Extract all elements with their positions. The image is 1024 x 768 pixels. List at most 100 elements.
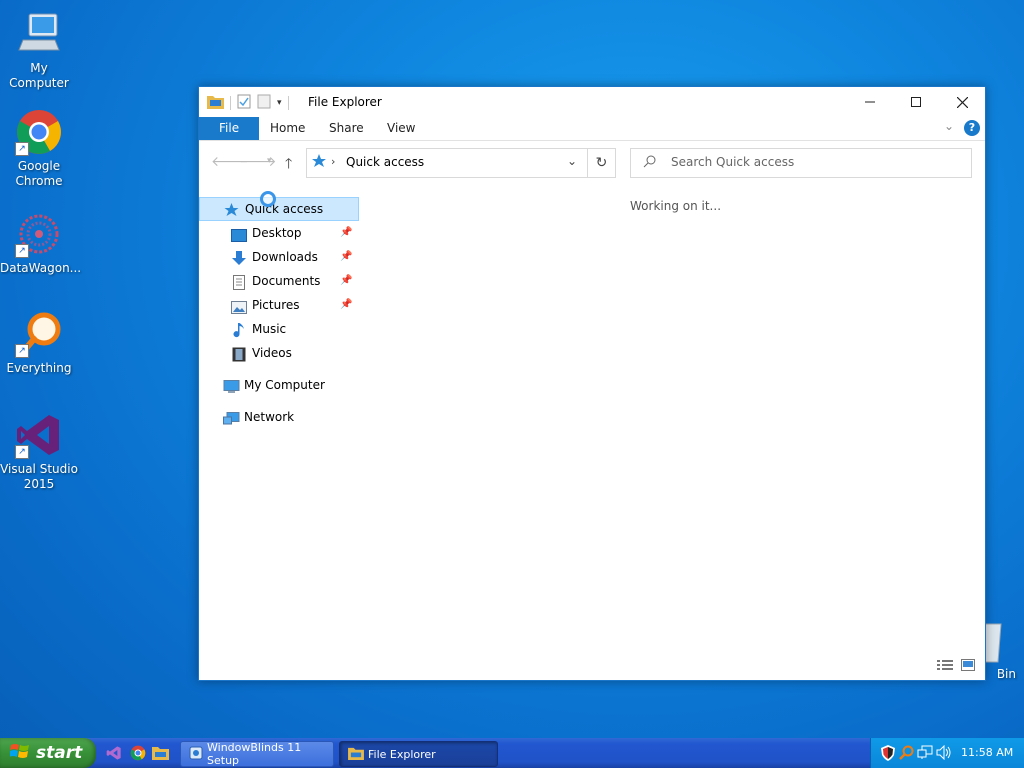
desktop-icon-label: My Computer [9, 61, 69, 90]
breadcrumb-separator-icon[interactable]: › [331, 155, 335, 168]
taskbar-button-file-explorer[interactable]: File Explorer [339, 741, 498, 767]
download-arrow-icon [231, 250, 246, 265]
nav-item-label: Documents [252, 274, 321, 288]
divider [287, 96, 289, 110]
desktop-icon-label: DataWagon... [0, 261, 82, 275]
up-button[interactable]: 🡑 [285, 153, 292, 177]
security-shield-icon[interactable] [881, 745, 895, 764]
help-icon[interactable]: ? [964, 120, 980, 136]
status-message: Working on it... [630, 199, 722, 213]
nav-item-videos[interactable]: Videos [199, 341, 359, 365]
taskbar-button-label: File Explorer [368, 747, 436, 761]
shortcut-arrow-icon: ↗ [15, 142, 29, 156]
title-bar[interactable]: ▾ File Explorer [199, 87, 985, 117]
large-icons-view-icon[interactable] [961, 659, 975, 674]
my-computer-icon [223, 378, 240, 393]
file-explorer-window: ▾ File Explorer File Home Share View ⌄ ?… [198, 86, 986, 681]
nav-item-label: Quick access [245, 202, 324, 216]
nav-item-downloads[interactable]: Downloads 📌 [199, 245, 359, 269]
breadcrumb-quick-access[interactable]: Quick access [346, 155, 424, 169]
taskbar: start WindowBlinds 11 Setup File Explore… [0, 738, 1024, 768]
search-box[interactable]: Search Quick access [630, 148, 972, 178]
search-icon [643, 155, 656, 171]
shortcut-arrow-icon: ↗ [15, 344, 29, 358]
music-note-icon [233, 322, 248, 338]
properties-icon[interactable] [237, 94, 251, 112]
system-tray: 11:58 AM [870, 738, 1024, 768]
pin-icon[interactable]: 📌 [340, 269, 352, 293]
minimize-button[interactable] [847, 87, 893, 117]
refresh-icon: ↻ [595, 155, 608, 171]
taskbar-button-windowblinds-setup[interactable]: WindowBlinds 11 Setup [180, 741, 334, 767]
navigation-bar: 🡐 🡒 ▾ 🡑 › Quick access ⌄ ↻ Search Quick … [199, 141, 985, 181]
file-explorer-quicklaunch-icon[interactable] [152, 745, 169, 763]
divider [230, 96, 231, 110]
nav-item-label: Pictures [252, 298, 300, 312]
clock[interactable]: 11:58 AM [961, 746, 1013, 759]
volume-icon[interactable] [936, 744, 952, 763]
tab-view[interactable]: View [373, 117, 429, 140]
windows-logo-icon [9, 742, 30, 765]
folder-icon [348, 746, 364, 763]
desktop-icon-label: Everything [6, 361, 72, 375]
nav-item-label: Videos [252, 346, 292, 360]
nav-item-label: Downloads [252, 250, 318, 264]
quick-access-star-icon [224, 202, 239, 216]
navigation-pane: Quick access Desktop 📌 Downloads 📌 Docum… [199, 191, 359, 429]
shortcut-arrow-icon: ↗ [15, 244, 29, 258]
nav-item-pictures[interactable]: Pictures 📌 [199, 293, 359, 317]
desktop-icon-label: Google Chrome [15, 159, 63, 188]
chrome-quicklaunch-icon[interactable] [130, 745, 146, 764]
details-view-icon[interactable] [937, 659, 953, 674]
nav-item-my-computer[interactable]: My Computer [199, 373, 359, 397]
new-folder-icon[interactable] [257, 94, 271, 112]
folder-icon [207, 94, 224, 112]
visual-studio-quicklaunch-icon[interactable] [106, 745, 122, 764]
desktop-icon-everything[interactable]: ↗ Everything [0, 310, 78, 376]
nav-item-network[interactable]: Network [199, 405, 359, 429]
pin-icon[interactable]: 📌 [340, 221, 352, 245]
close-button[interactable] [939, 87, 985, 117]
nav-item-documents[interactable]: Documents 📌 [199, 269, 359, 293]
nav-item-music[interactable]: Music [199, 317, 359, 341]
nav-item-quick-access[interactable]: Quick access [199, 191, 359, 221]
recent-locations-dropdown-icon[interactable]: ▾ [267, 156, 272, 166]
desktop-icon-datawagon[interactable]: ↗ DataWagon... [0, 210, 82, 276]
datawagon-icon: ↗ [15, 210, 63, 258]
setup-app-icon [189, 746, 203, 763]
visual-studio-icon: ↗ [15, 411, 63, 459]
nav-item-desktop[interactable]: Desktop 📌 [199, 221, 359, 245]
magnifier-icon: ↗ [15, 310, 63, 358]
refresh-button[interactable]: ↻ [588, 148, 616, 178]
desktop-icon-google-chrome[interactable]: ↗ Google Chrome [0, 108, 78, 189]
tab-share[interactable]: Share [315, 117, 378, 140]
maximize-button[interactable] [893, 87, 939, 117]
search-tray-icon[interactable] [899, 745, 914, 763]
ribbon-tab-bar: File Home Share View ⌄ ? [199, 117, 985, 141]
expand-ribbon-chevron-icon[interactable]: ⌄ [944, 119, 954, 133]
shortcut-arrow-icon: ↗ [15, 445, 29, 459]
desktop-icon-label: Visual Studio 2015 [0, 462, 78, 491]
address-dropdown-chevron-icon[interactable]: ⌄ [567, 154, 577, 168]
document-icon [232, 274, 247, 290]
desktop-icon [231, 226, 247, 242]
network-tray-icon[interactable] [917, 745, 933, 763]
pin-icon[interactable]: 📌 [340, 293, 352, 317]
film-strip-icon [232, 346, 247, 362]
taskbar-button-label: WindowBlinds 11 Setup [207, 741, 302, 767]
window-title: File Explorer [308, 95, 382, 109]
nav-item-label: My Computer [244, 378, 325, 392]
network-icon [223, 410, 240, 425]
picture-icon [231, 298, 247, 314]
desktop-icon-visual-studio[interactable]: ↗ Visual Studio 2015 [0, 411, 78, 492]
tab-home[interactable]: Home [256, 117, 319, 140]
address-bar[interactable]: › Quick access ⌄ [306, 148, 588, 178]
pin-icon[interactable]: 📌 [340, 245, 352, 269]
search-input[interactable]: Search Quick access [671, 155, 794, 169]
tab-file[interactable]: File [199, 117, 260, 140]
start-button[interactable]: start [0, 738, 96, 768]
customize-quick-access-dropdown-icon[interactable]: ▾ [277, 98, 282, 108]
quick-access-toolbar: ▾ [207, 94, 289, 112]
chrome-icon: ↗ [15, 108, 63, 156]
desktop-icon-my-computer[interactable]: My Computer [0, 10, 78, 91]
